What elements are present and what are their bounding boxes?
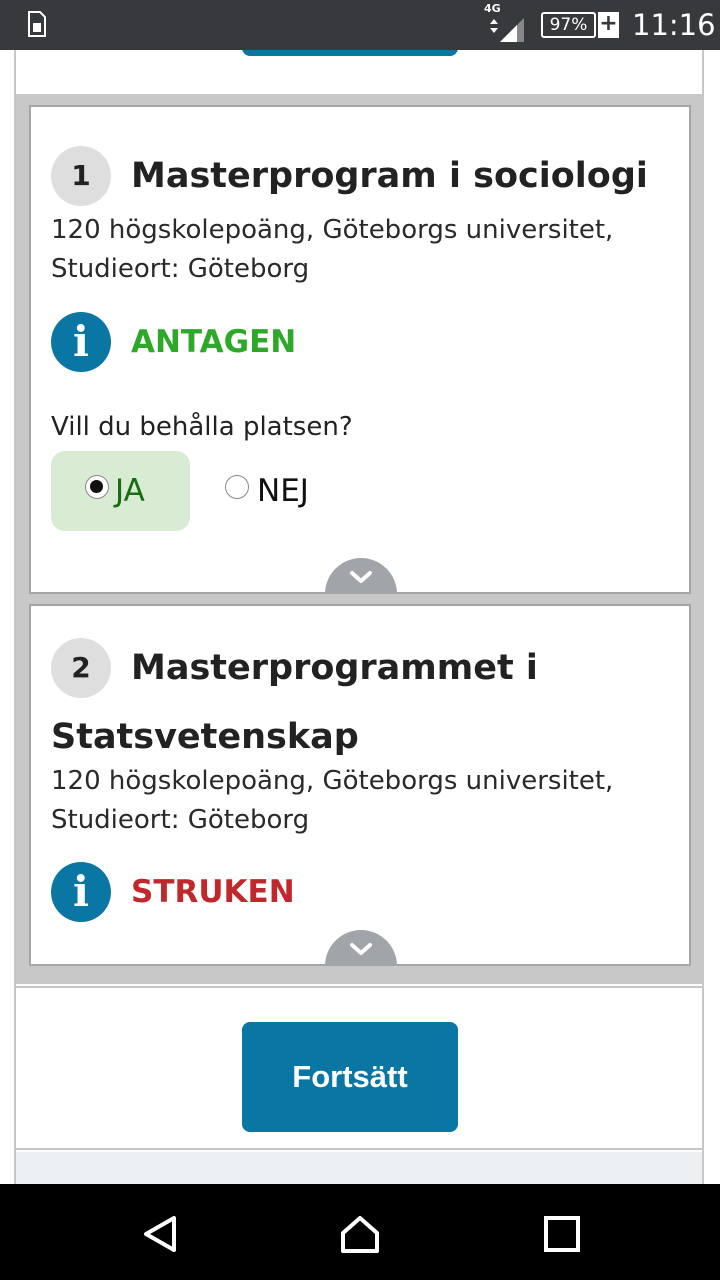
expand-button[interactable] — [325, 930, 397, 964]
program-credits: 120 högskolepoäng, Göteborgs universitet… — [51, 215, 614, 245]
info-icon[interactable]: i — [51, 862, 111, 922]
keep-place-question: Vill du behålla platsen? — [51, 412, 353, 442]
clock: 11:16 — [632, 8, 716, 42]
battery-level: 97% — [541, 12, 596, 38]
home-icon[interactable] — [340, 1214, 380, 1254]
scrolled-button[interactable] — [242, 50, 458, 56]
page-content: 1 Masterprogram i sociologi 120 högskole… — [0, 50, 720, 1184]
program-location: Studieort: Göteborg — [51, 254, 310, 284]
expand-button[interactable] — [325, 558, 397, 592]
status-label: ANTAGEN — [131, 324, 297, 360]
program-credits: 120 högskolepoäng, Göteborgs universitet… — [51, 766, 614, 796]
program-location: Studieort: Göteborg — [51, 805, 310, 835]
option-no[interactable]: NEJ — [223, 451, 343, 531]
radio-yes[interactable] — [85, 475, 109, 499]
application-card: 2 Masterprogrammet i Statsvetenskap 120 … — [29, 604, 691, 966]
option-yes-label: JA — [115, 473, 145, 509]
radio-no[interactable] — [225, 475, 249, 499]
frame-border-right — [702, 50, 704, 1184]
option-no-label: NEJ — [257, 473, 309, 509]
priority-badge: 2 — [51, 638, 111, 698]
chevron-down-icon — [350, 571, 372, 583]
page-footer-strip — [16, 1152, 702, 1184]
charging-icon: + — [598, 11, 619, 38]
status-bar: 4G 97% + 11:16 — [0, 0, 720, 50]
sim-card-icon — [28, 11, 46, 37]
continue-section: Fortsätt — [16, 986, 702, 1150]
application-card: 1 Masterprogram i sociologi 120 högskole… — [29, 105, 691, 594]
priority-badge: 1 — [51, 146, 111, 206]
chevron-down-icon — [350, 943, 372, 955]
signal-icon — [490, 18, 524, 42]
program-title: Masterprogrammet i — [131, 648, 538, 688]
back-icon[interactable] — [140, 1214, 180, 1254]
recent-apps-icon[interactable] — [542, 1214, 582, 1254]
status-label: STRUKEN — [131, 874, 295, 910]
system-navigation-bar — [0, 1184, 720, 1280]
info-icon[interactable]: i — [51, 312, 111, 372]
option-yes[interactable]: JA — [51, 451, 190, 531]
program-title: Masterprogram i sociologi — [131, 156, 648, 196]
continue-button[interactable]: Fortsätt — [242, 1022, 458, 1132]
